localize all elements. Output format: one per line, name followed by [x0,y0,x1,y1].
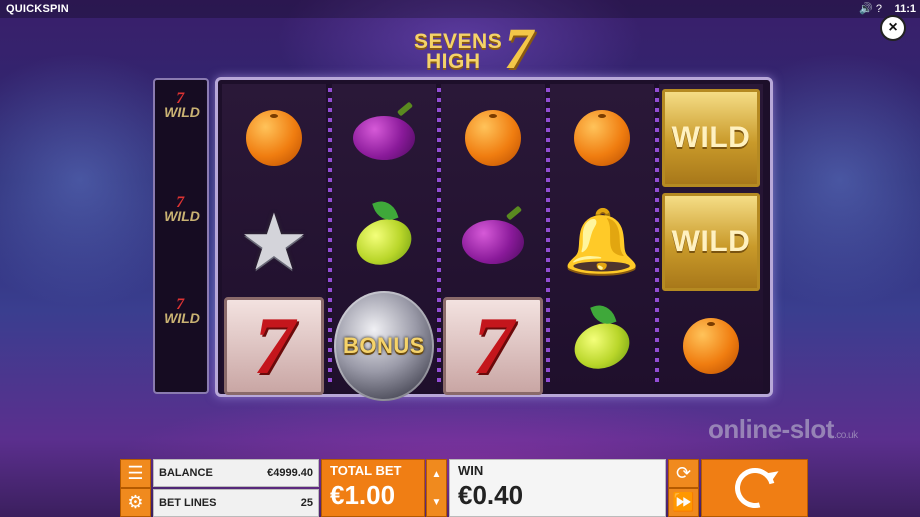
fast-forward-button[interactable]: ⏩ [668,488,699,517]
reel-cell: BONUS [334,291,434,401]
side-wild-1: 7 WILD [158,88,206,136]
autoplay-icon: ⟳ [675,463,692,483]
bet-increase-icon[interactable]: ▲ [432,469,442,480]
balance-label: BALANCE [159,467,213,479]
bet-lines-box: BET LINES 25 [153,489,319,517]
settings-button[interactable]: ⚙ [120,488,151,517]
reel-cell [443,192,543,292]
spin-icon [727,460,782,516]
reel-cell: 🔔 [552,192,652,292]
win-box: WIN €0.40 [449,459,666,517]
reel-cell: ★ [224,192,324,292]
reel-1: ★ 7 [222,84,326,395]
autoplay-button[interactable]: ⟳ [668,459,699,488]
reel-cell: 7 [224,296,324,396]
reel-frame: ★ 7 BONUS 7 🔔 WILD WILD [215,77,773,401]
plum-symbol [462,220,524,264]
bet-decrease-icon[interactable]: ▼ [432,497,442,508]
side-wild-3: 7 WILD [158,294,206,342]
spin-button[interactable] [701,459,808,517]
side-wild-mini-seven: 7 [176,296,185,313]
orange-symbol [683,318,739,374]
bet-stepper[interactable]: ▲ ▼ [426,459,447,517]
logo-line2: HIGH [426,50,481,73]
gear-icon: ⚙ [127,492,144,512]
seven-glyph: 7 [472,300,514,391]
wild-label: WILD [671,225,751,258]
reel-cell [661,296,761,396]
wild-symbol: WILD [662,89,760,187]
orange-symbol [574,110,630,166]
reel-2: BONUS [332,84,436,401]
reel-cell [552,296,652,396]
seven-symbol: 7 [224,297,324,395]
reel-4: 🔔 [550,84,654,392]
reel-cell [334,88,434,188]
bonus-symbol: BONUS [334,291,434,401]
wild-label: WILD [671,121,751,154]
clock: 11:1 [894,3,916,15]
plum-symbol [353,116,415,160]
top-bar: QUICKSPIN 🔊 ? 11:1 [0,0,920,18]
star-symbol: ★ [239,198,309,286]
balance-box: BALANCE €4999.40 [153,459,319,487]
reel-cell [224,88,324,188]
side-wild-2: 7 WILD [158,192,206,240]
reel-cell: WILD [661,192,761,292]
reel-cell [552,88,652,188]
bet-lines-value: 25 [300,497,313,509]
wild-symbol: WILD [662,193,760,291]
reel-3: 7 [441,84,545,395]
watermark: online-slot.co.uk [708,414,858,444]
lemon-symbol [568,315,636,377]
wild-side-panel: 7 WILD 7 WILD 7 WILD [153,78,209,394]
control-panel: ☰ ⚙ BALANCE €4999.40 BET LINES 25 TOTAL … [120,459,810,517]
game-logo: SEVENS HIGH 7 [414,20,574,78]
side-wild-mini-seven: 7 [176,194,185,211]
total-bet-label: TOTAL BET [330,463,402,478]
bet-lines-label: BET LINES [159,497,217,509]
reel-cell [443,88,543,188]
seven-symbol: 7 [443,297,543,395]
menu-icon: ☰ [127,463,144,483]
reel-cell [334,192,434,292]
total-bet-value: €1.00 [330,480,396,510]
orange-symbol [465,110,521,166]
reel-cell: 7 [443,296,543,396]
bonus-label: BONUS [343,333,425,358]
total-bet-box[interactable]: TOTAL BET €1.00 [321,459,425,517]
close-button[interactable]: × [880,15,906,41]
win-label: WIN [458,463,484,478]
balance-value: €4999.40 [267,467,313,479]
lemon-symbol [350,211,418,273]
fast-forward-icon: ⏩ [672,492,695,512]
game-stage: QUICKSPIN 🔊 ? 11:1 × SEVENS HIGH 7 7 WILD… [0,0,920,517]
side-wild-mini-seven: 7 [176,90,185,107]
win-value: €0.40 [458,480,524,510]
menu-button[interactable]: ☰ [120,459,151,488]
reel-5: WILD WILD [659,84,763,392]
status-icons[interactable]: 🔊 ? [859,2,882,15]
orange-symbol [246,110,302,166]
logo-seven: 7 [504,16,533,81]
provider-brand: QUICKSPIN [6,3,69,15]
bell-symbol: 🔔 [563,207,641,276]
reel-cell: WILD [661,88,761,188]
seven-glyph: 7 [253,300,295,391]
